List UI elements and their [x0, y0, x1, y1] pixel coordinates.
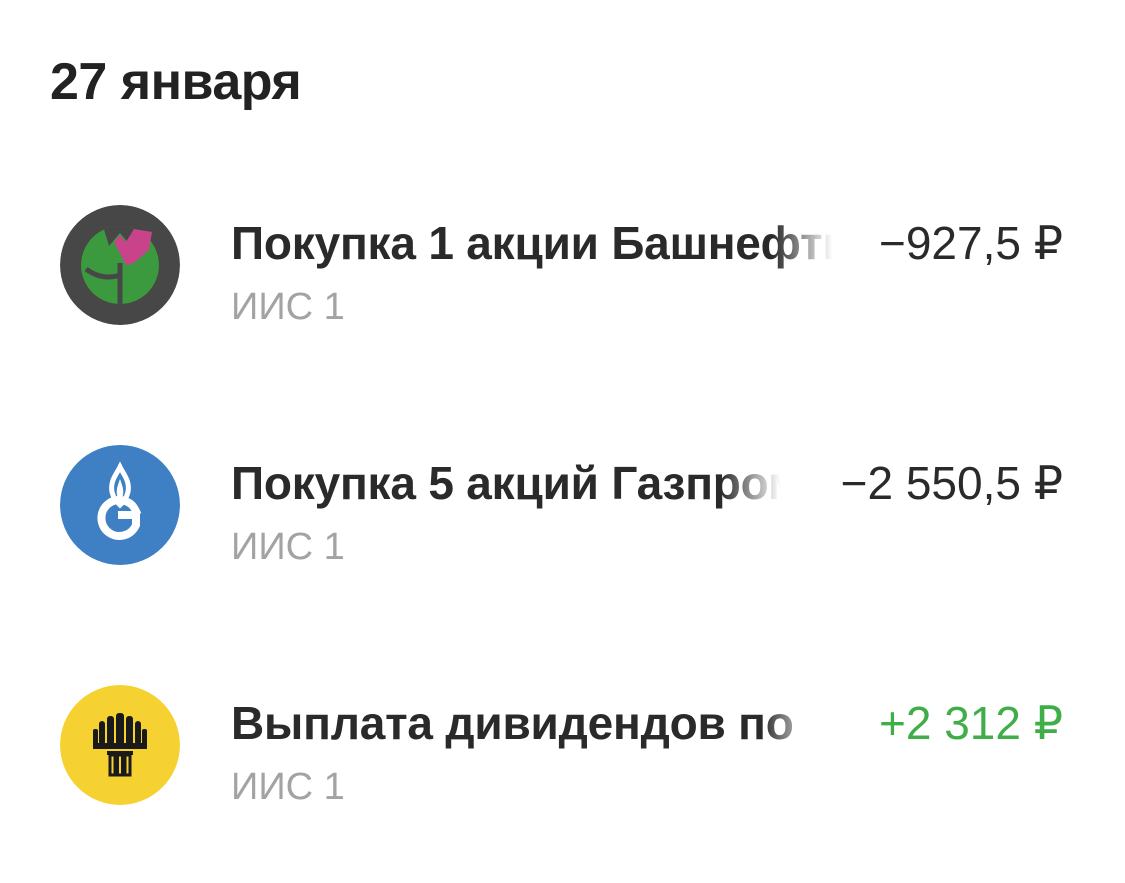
operation-account: ИИС 1 — [231, 286, 345, 328]
operation-amount: +2 312 ₽ — [878, 697, 1063, 749]
operation-title-container: Покупка 5 акций Газпром — [231, 457, 791, 509]
title-fade-overlay — [773, 217, 843, 269]
operation-amount: −927,5 ₽ — [878, 217, 1063, 269]
operation-row[interactable]: Выплата дивидендов по +2 312 ₽ ИИС 1 — [0, 685, 1125, 815]
gazprom-logo-icon — [60, 445, 180, 565]
operation-amount: −2 550,5 ₽ — [840, 457, 1063, 509]
operation-title-container: Покупка 1 акции Башнефть — [231, 217, 843, 269]
rosneft-logo-icon — [60, 685, 180, 805]
operation-row[interactable]: Покупка 5 акций Газпром −2 550,5 ₽ ИИС 1 — [0, 445, 1125, 575]
title-fade-overlay — [721, 457, 791, 509]
operation-title: Выплата дивидендов по — [231, 697, 794, 749]
title-fade-overlay — [761, 697, 831, 749]
operation-account: ИИС 1 — [231, 526, 345, 568]
operation-row[interactable]: Покупка 1 акции Башнефть −927,5 ₽ ИИС 1 — [0, 205, 1125, 335]
operation-title: Покупка 5 акций Газпром — [231, 457, 791, 509]
operation-title: Покупка 1 акции Башнефть — [231, 217, 843, 269]
date-header: 27 января — [50, 53, 302, 111]
operation-title-container: Выплата дивидендов по — [231, 697, 831, 749]
operation-account: ИИС 1 — [231, 766, 345, 808]
bashneft-logo-icon — [60, 205, 180, 325]
